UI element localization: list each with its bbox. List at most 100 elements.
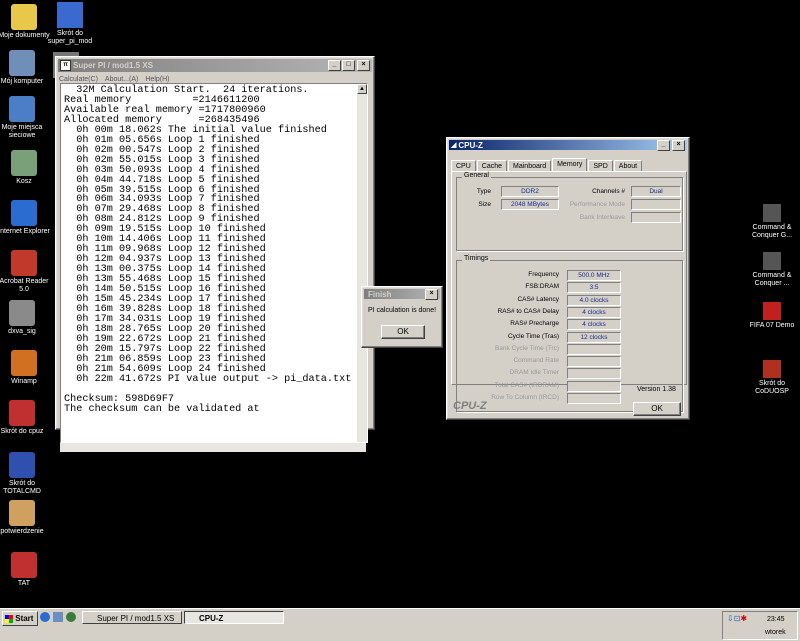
desktop-icon[interactable]: Skrót do cpuz — [0, 400, 50, 436]
finish-titlebar[interactable]: Finish × — [364, 288, 440, 300]
desktop-icon-label: Kosz — [16, 178, 32, 185]
taskbar: Start Super PI / mod1.5 XS CPU-Z ⇩⊡✱ 23:4… — [0, 608, 800, 641]
desktop-icon[interactable]: Command & Conquer ... — [744, 252, 800, 288]
desktop-icon-label: Winamp — [11, 378, 37, 385]
finish-ok-button[interactable]: OK — [381, 325, 425, 339]
timing-label: DRAM Idle Timer — [509, 369, 559, 377]
bank-interleave-value — [631, 212, 681, 223]
desktop-icon[interactable]: Kosz — [0, 150, 52, 186]
desktop-icon[interactable]: Skrót do super_pi_mod — [42, 2, 98, 46]
desktop-icon[interactable]: Acrobat Reader 5.0 — [0, 250, 52, 294]
menu-help[interactable]: Help(H) — [145, 76, 169, 83]
size-value: 2048 MBytes — [501, 199, 559, 210]
desktop-icon-image — [9, 400, 35, 426]
quick-launch — [40, 612, 76, 622]
desktop-icon[interactable]: dxva_sig — [0, 300, 50, 336]
desktop-icon-label: FIFA 07 Demo — [749, 322, 795, 329]
menu-calculate[interactable]: Calculate(C) — [59, 76, 98, 83]
timing-value — [567, 343, 621, 355]
timing-label: Command Rate — [513, 357, 559, 365]
taskbar-button[interactable]: Super PI / mod1.5 XS — [82, 611, 182, 624]
cpuz-window: ◢ CPU-Z _ × CPU Cache Mainboard Memory SPD Ab… — [446, 137, 690, 420]
timing-label: RAS# Precharge — [510, 320, 559, 328]
desktop-icon[interactable]: potwierdzenie — [0, 500, 50, 536]
superpi-title: Super PI / mod1.5 XS — [73, 61, 154, 70]
cpuz-minimize-button[interactable]: _ — [657, 139, 670, 151]
timing-label: Total CAS# (tRDRAM) — [494, 381, 559, 389]
desktop-icon[interactable]: TAT — [0, 552, 52, 588]
finish-title: Finish — [368, 289, 392, 299]
desktop-icon-image — [763, 302, 781, 320]
timing-value: 12 clocks — [567, 331, 621, 343]
desktop-icon[interactable]: Command & Conquer G... — [744, 204, 800, 240]
timing-value: 3:5 — [567, 282, 621, 294]
desktop-icon[interactable]: Skrót do CoDUOSP — [744, 360, 800, 396]
finish-dialog: Finish × PI calculation is done! OK — [361, 286, 443, 348]
desktop-icon-label: Skrót do CoDUOSP — [755, 380, 789, 395]
desktop-icon[interactable]: Skrót do TOTALCMD — [0, 452, 50, 496]
cpuz-close-button[interactable]: × — [672, 139, 685, 151]
finish-message: PI calculation is done! — [367, 307, 437, 314]
type-label: Type — [476, 188, 491, 195]
ie-launch-icon[interactable] — [40, 612, 50, 622]
timing-value: 4 clocks — [567, 306, 621, 318]
size-label: Size — [478, 201, 491, 208]
desktop-icon-label: Skrót do super_pi_mod — [47, 30, 93, 45]
desktop-icon-image — [9, 96, 35, 122]
start-label: Start — [15, 614, 34, 623]
desktop-icon-image — [763, 360, 781, 378]
desktop-icon-label: Skrót do cpuz — [0, 428, 44, 435]
superpi-titlebar[interactable]: π Super PI / mod1.5 XS _ □ × — [58, 59, 372, 72]
timing-value — [567, 356, 621, 368]
desktop-icon-image — [9, 452, 35, 478]
desktop-icon[interactable]: Winamp — [0, 350, 52, 386]
scroll-up-arrow[interactable]: ▲ — [357, 84, 367, 94]
desktop-icon[interactable]: Moje miejsca sieciowe — [0, 96, 50, 140]
windows-logo-icon — [5, 614, 13, 623]
desktop-icon-label: TAT — [17, 580, 31, 587]
output-line: 0h 22m 41.672s PI value output -> pi_dat… — [64, 373, 352, 385]
desktop-icon-image — [9, 500, 35, 526]
clock-time[interactable]: 23:45 — [767, 616, 785, 623]
channels-label: Channels # — [592, 188, 625, 195]
desktop-icon[interactable]: Internet Explorer — [0, 200, 52, 236]
maximize-button[interactable]: □ — [342, 60, 355, 71]
desktop-icon-label: Skrót do TOTALCMD — [3, 480, 41, 495]
desktop-icon-label: Acrobat Reader 5.0 — [0, 278, 49, 293]
timing-value: 4.0 clocks — [567, 294, 621, 306]
desktop-icon-label: dxva_sig — [8, 328, 36, 335]
timing-label: CAS# Latency — [517, 295, 559, 303]
desktop-icon[interactable]: FIFA 07 Demo — [744, 302, 800, 330]
tab-memory[interactable]: Memory — [552, 158, 588, 172]
desktop-icon-image — [763, 204, 781, 222]
desktop-icon-label: Command & Conquer G... — [751, 224, 793, 239]
desktop-icon-label: potwierdzenie — [0, 528, 44, 535]
general-group-label: General — [462, 172, 491, 179]
menu-about[interactable]: About...(A) — [105, 76, 138, 83]
cpuz-titlebar[interactable]: ◢ CPU-Z _ × — [449, 139, 687, 151]
horizontal-scrollbar[interactable] — [60, 443, 366, 452]
cpuz-ok-button[interactable]: OK — [633, 402, 681, 416]
desktop-icon-image — [763, 252, 781, 270]
vertical-scrollbar[interactable]: ▲ — [357, 84, 367, 442]
desktop-icon-label: Command & Conquer ... — [752, 272, 792, 287]
timing-label: Frequency — [528, 271, 559, 278]
timings-group-label: Timings — [462, 255, 491, 262]
timing-label: Bank Cycle Time (Trc) — [494, 344, 559, 352]
start-button[interactable]: Start — [2, 611, 38, 626]
desktop-icon-label: Internet Explorer — [0, 228, 50, 235]
finish-close-button[interactable]: × — [425, 288, 438, 300]
desktop-icon-image — [11, 552, 37, 578]
media-launch-icon[interactable] — [66, 612, 76, 622]
output-line: The checksum can be validated at — [64, 403, 260, 415]
desktop-launch-icon[interactable] — [53, 612, 63, 622]
minimize-button[interactable]: _ — [328, 60, 341, 71]
cpuz-title: CPU-Z — [458, 140, 483, 150]
taskbar-button[interactable]: CPU-Z — [184, 611, 284, 624]
close-button[interactable]: × — [357, 60, 370, 71]
desktop-icon-image — [11, 4, 37, 30]
timing-value — [567, 380, 621, 392]
timing-label: Cycle Time (Tras) — [507, 332, 559, 340]
tray-icons[interactable]: ⇩⊡✱ — [727, 614, 747, 623]
system-tray: ⇩⊡✱ 23:45 wtorek — [722, 611, 798, 640]
